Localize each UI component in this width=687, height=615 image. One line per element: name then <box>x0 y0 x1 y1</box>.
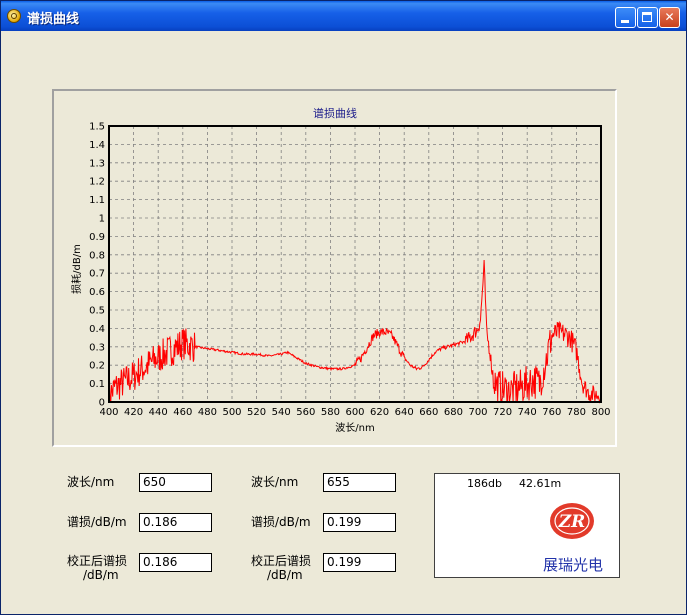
y-tick-label: 0.3 <box>89 342 105 353</box>
y-tick-label: 0.6 <box>89 287 105 298</box>
x-tick-label: 420 <box>124 407 143 418</box>
y-tick-label: 1 <box>99 214 105 225</box>
maximize-button[interactable] <box>637 7 658 28</box>
length-readout: 42.61m <box>519 477 562 490</box>
x-tick-label: 720 <box>493 407 512 418</box>
minimize-button[interactable] <box>615 7 636 28</box>
x-tick-label: 480 <box>198 407 217 418</box>
y-tick-label: 0.2 <box>89 361 105 372</box>
x-tick-label: 680 <box>444 407 463 418</box>
y-tick-label: 1.5 <box>89 122 105 133</box>
right-wavelength-field[interactable]: 655 <box>323 473 396 492</box>
close-icon: ✕ <box>664 10 675 24</box>
y-tick-label: 1.3 <box>89 158 105 169</box>
right-corrected-label: 校正后谱损 <box>251 554 312 568</box>
app-window: 谱损曲线 ✕ 谱损曲线 波长/nm 损耗/dB/m 400 420 440 460 48… <box>0 0 687 615</box>
y-tick-label: 1.4 <box>89 140 105 151</box>
maximize-icon <box>642 12 652 22</box>
right-corrected-field[interactable]: 0.199 <box>323 553 396 572</box>
y-tick-label: 0.9 <box>89 232 105 243</box>
y-tick-label: 0.5 <box>89 306 105 317</box>
y-tick-label: 1.1 <box>89 195 105 206</box>
left-corrected-unit: /dB/m <box>83 568 119 582</box>
right-loss-label: 谱损/dB/m <box>251 515 311 529</box>
x-tick-label: 540 <box>272 407 291 418</box>
left-loss-field[interactable]: 0.186 <box>139 513 212 532</box>
x-tick-label: 760 <box>542 407 561 418</box>
x-tick-label: 460 <box>173 407 192 418</box>
left-wavelength-label: 波长/nm <box>67 475 115 489</box>
y-tick-label: 0 <box>99 398 105 409</box>
right-wavelength-label: 波长/nm <box>251 475 299 489</box>
x-tick-label: 500 <box>222 407 241 418</box>
y-axis-label: 损耗/dB/m <box>70 244 83 294</box>
y-tick-label: 0.4 <box>89 324 105 335</box>
x-tick-label: 620 <box>370 407 389 418</box>
summary-logo-box: 186db 42.61m ZR 展瑞光电 <box>434 473 620 578</box>
minimize-icon <box>621 20 629 23</box>
x-axis-label: 波长/nm <box>335 421 374 434</box>
x-tick-label: 600 <box>345 407 364 418</box>
left-loss-label: 谱损/dB/m <box>67 515 127 529</box>
loss-spectrum-chart: 谱损曲线 波长/nm 损耗/dB/m 400 420 440 460 480 500 520… <box>70 106 611 434</box>
left-wavelength-field[interactable]: 650 <box>139 473 212 492</box>
company-name: 展瑞光电 <box>543 556 604 574</box>
window-title: 谱损曲线 <box>27 12 80 27</box>
left-corrected-label: 校正后谱损 <box>67 554 128 568</box>
title-bar[interactable]: 谱损曲线 ✕ <box>1 1 686 31</box>
db-readout: 186db <box>467 477 502 490</box>
x-tick-label: 580 <box>321 407 340 418</box>
x-tick-label: 400 <box>99 407 118 418</box>
y-tick-label: 1.2 <box>89 177 105 188</box>
chart-panel: 谱损曲线 波长/nm 损耗/dB/m 400 420 440 460 480 500 520… <box>52 89 617 447</box>
company-logo-icon: ZR <box>550 503 594 539</box>
x-tick-label: 560 <box>296 407 315 418</box>
x-tick-label: 640 <box>395 407 414 418</box>
left-corrected-field[interactable]: 0.186 <box>139 553 212 572</box>
x-tick-label: 520 <box>247 407 266 418</box>
x-tick-label: 780 <box>567 407 586 418</box>
x-tick-label: 660 <box>419 407 438 418</box>
x-tick-label: 740 <box>518 407 537 418</box>
close-button[interactable]: ✕ <box>659 7 680 28</box>
logo-mark-text: ZR <box>558 512 586 532</box>
x-tick-label: 700 <box>468 407 487 418</box>
y-tick-label: 0.1 <box>89 379 105 390</box>
chart-title: 谱损曲线 <box>313 106 357 120</box>
app-icon[interactable] <box>7 9 21 23</box>
right-loss-field[interactable]: 0.199 <box>323 513 396 532</box>
y-tick-label: 0.8 <box>89 250 105 261</box>
right-corrected-unit: /dB/m <box>267 568 303 582</box>
y-tick-label: 0.7 <box>89 269 105 280</box>
x-tick-label: 800 <box>591 407 610 418</box>
x-tick-label: 440 <box>149 407 168 418</box>
